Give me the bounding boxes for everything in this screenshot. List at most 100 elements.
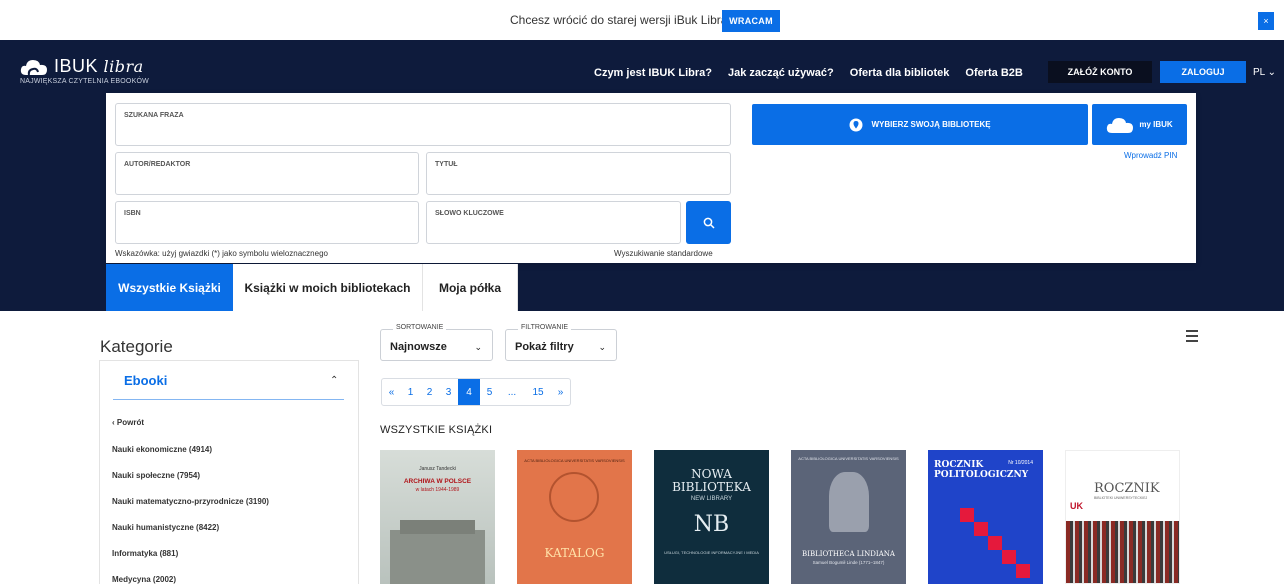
isbn-label: ISBN xyxy=(124,210,141,217)
book-title: NOWA BIBLIOTEKA xyxy=(672,467,751,494)
banner-text: Chcesz wrócić do starej wersji iBuk Libr… xyxy=(510,13,735,27)
cloud-logo-icon xyxy=(20,59,47,75)
book-cover[interactable]: Nr 10/2014 ROCZNIK POLITOLOGICZNY xyxy=(928,450,1043,584)
filter-label: FILTROWANIE xyxy=(518,324,572,331)
chevron-down-icon: ⌄ xyxy=(1264,67,1277,78)
old-version-banner: Chcesz wrócić do starej wersji iBuk Libr… xyxy=(0,0,1284,40)
book-subtitle: Samuel Bogumił Linde (1771–1847) xyxy=(812,560,885,565)
category-item[interactable]: Nauki matematyczno-przyrodnicze (3190) xyxy=(112,497,269,506)
sort-value: Najnowsze xyxy=(390,341,447,353)
nav-link-howto[interactable]: Jak zacząć używać? xyxy=(728,67,834,79)
tab-my-libraries[interactable]: Książki w moich bibliotekach xyxy=(233,264,423,311)
choose-library-label: WYBIERZ SWOJĄ BIBLIOTEKĘ xyxy=(871,120,991,129)
nav-link-about[interactable]: Czym jest IBUK Libra? xyxy=(594,67,712,79)
search-hint: Wskazówka: użyj gwiazdki (*) jako symbol… xyxy=(115,249,328,258)
go-back-button[interactable]: WRACAM xyxy=(722,10,780,32)
book-mark: NB xyxy=(693,512,730,537)
my-ibuk-button[interactable]: my IBUK xyxy=(1092,104,1187,145)
banner-close-button[interactable]: × xyxy=(1258,12,1274,30)
keyword-label: SŁOWO KLUCZOWE xyxy=(435,210,504,217)
book-mark: UK xyxy=(1070,501,1083,511)
search-panel: SZUKANA FRAZA AUTOR/REDAKTOR TYTUŁ ISBN … xyxy=(106,93,1196,263)
register-button[interactable]: ZAŁÓŻ KONTO xyxy=(1048,61,1152,83)
search-icon xyxy=(703,217,715,229)
page-1[interactable]: 1 xyxy=(401,379,420,405)
book-author: Janusz Tandecki xyxy=(419,466,456,472)
filter-value: Pokaż filtry xyxy=(515,341,574,353)
nav-links: Czym jest IBUK Libra? Jak zacząć używać?… xyxy=(594,67,1023,79)
category-item[interactable]: Nauki humanistyczne (8422) xyxy=(112,523,219,532)
sort-select[interactable]: SORTOWANIE Najnowsze ⌄ xyxy=(380,324,493,361)
nav-link-b2b[interactable]: Oferta B2B xyxy=(965,67,1022,79)
red-square xyxy=(1002,550,1016,564)
building-image xyxy=(390,530,485,584)
title-label: TYTUŁ xyxy=(435,161,458,168)
page-2[interactable]: 2 xyxy=(420,379,439,405)
sort-label: SORTOWANIE xyxy=(393,324,447,331)
page-3[interactable]: 3 xyxy=(439,379,458,405)
search-button[interactable] xyxy=(686,201,731,244)
book-cover[interactable]: ROCZNIK BIBLIOTEKI UNIWERSYTECKIEJ UK xyxy=(1065,450,1180,584)
red-square xyxy=(988,536,1002,550)
back-label: Powrót xyxy=(116,418,144,427)
book-cover[interactable]: Janusz Tandecki ARCHIWA W POLSCE w latac… xyxy=(380,450,495,584)
enter-pin-link[interactable]: Wprowadź PIN xyxy=(1124,151,1177,160)
section-underline xyxy=(113,399,344,400)
pagination: « 1 2 3 4 5 ... 15 » xyxy=(381,378,571,406)
book-subtitle: NEW LIBRARY xyxy=(690,496,733,502)
nav-link-libraries[interactable]: Oferta dla bibliotek xyxy=(850,67,950,79)
eagle-emblem xyxy=(829,472,869,532)
roof-image xyxy=(400,520,475,534)
keyword-field[interactable]: SŁOWO KLUCZOWE xyxy=(426,201,681,244)
back-link[interactable]: ‹ Powrót xyxy=(112,418,144,427)
isbn-field[interactable]: ISBN xyxy=(115,201,419,244)
ebooks-section-toggle[interactable]: Ebooki xyxy=(124,373,167,388)
red-square xyxy=(974,522,988,536)
book-series: ACTA BIBLIOLOGICA UNIVERSITATIS VARSOVIE… xyxy=(798,456,899,461)
phrase-field[interactable]: SZUKANA FRAZA xyxy=(115,103,731,146)
book-title: KATALOG xyxy=(544,546,605,560)
book-cover[interactable]: ACTA BIBLIOLOGICA UNIVERSITATIS VARSOVIE… xyxy=(517,450,632,584)
chevron-down-icon: ⌄ xyxy=(598,342,606,352)
tab-my-shelf[interactable]: Moja półka xyxy=(423,264,518,311)
my-ibuk-label: my IBUK xyxy=(1139,120,1173,129)
tab-all-books[interactable]: Wszystkie Książki xyxy=(106,264,233,311)
book-title: ROCZNIK POLITOLOGICZNY xyxy=(934,460,1029,480)
red-square xyxy=(1016,564,1030,578)
author-field[interactable]: AUTOR/REDAKTOR xyxy=(115,152,419,195)
cloud-icon xyxy=(1107,117,1134,133)
author-label: AUTOR/REDAKTOR xyxy=(124,161,191,168)
phrase-label: SZUKANA FRAZA xyxy=(124,112,184,119)
page-4-current[interactable]: 4 xyxy=(458,379,480,405)
login-button[interactable]: ZALOGUJ xyxy=(1160,61,1246,83)
book-title: ARCHIWA W POLSCE xyxy=(403,478,472,485)
language-select[interactable]: PL ⌄ xyxy=(1253,67,1276,78)
choose-library-button[interactable]: WYBIERZ SWOJĄ BIBLIOTEKĘ xyxy=(752,104,1088,145)
building-photo xyxy=(1066,521,1179,583)
category-item[interactable]: Nauki społeczne (7954) xyxy=(112,471,200,480)
books-heading: WSZYSTKIE KSIĄŻKI xyxy=(380,424,493,436)
book-cover[interactable]: NOWA BIBLIOTEKA NEW LIBRARY NB USŁUGI, T… xyxy=(654,450,769,584)
page-5[interactable]: 5 xyxy=(480,379,499,405)
book-subtitle: BIBLIOTEKI UNIWERSYTECKIEJ xyxy=(1094,496,1148,500)
category-item[interactable]: Nauki ekonomiczne (4914) xyxy=(112,445,212,454)
category-item[interactable]: Informatyka (881) xyxy=(112,549,178,558)
chevron-up-icon[interactable]: ⌃ xyxy=(330,375,338,386)
category-item[interactable]: Medycyna (2002) xyxy=(112,575,176,584)
page-ellipsis: ... xyxy=(507,386,517,398)
view-menu-icon[interactable] xyxy=(1186,330,1198,345)
red-square xyxy=(960,508,974,522)
page-15[interactable]: 15 xyxy=(525,379,551,405)
book-cover[interactable]: ACTA BIBLIOLOGICA UNIVERSITATIS VARSOVIE… xyxy=(791,450,906,584)
language-label: PL xyxy=(1253,67,1265,78)
filter-select[interactable]: FILTROWANIE Pokaż filtry ⌄ xyxy=(505,324,617,361)
logo[interactable]: IBUK libra xyxy=(20,56,144,77)
standard-search-link[interactable]: Wyszukiwanie standardowe xyxy=(614,249,713,258)
page-next[interactable]: » xyxy=(551,379,570,405)
categories-title: Kategorie xyxy=(100,337,173,356)
location-pin-icon xyxy=(849,118,863,131)
page-prev[interactable]: « xyxy=(382,379,401,405)
book-subtitle: w latach 1944-1989 xyxy=(415,487,460,493)
title-field[interactable]: TYTUŁ xyxy=(426,152,731,195)
chevron-down-icon: ⌄ xyxy=(474,342,482,352)
